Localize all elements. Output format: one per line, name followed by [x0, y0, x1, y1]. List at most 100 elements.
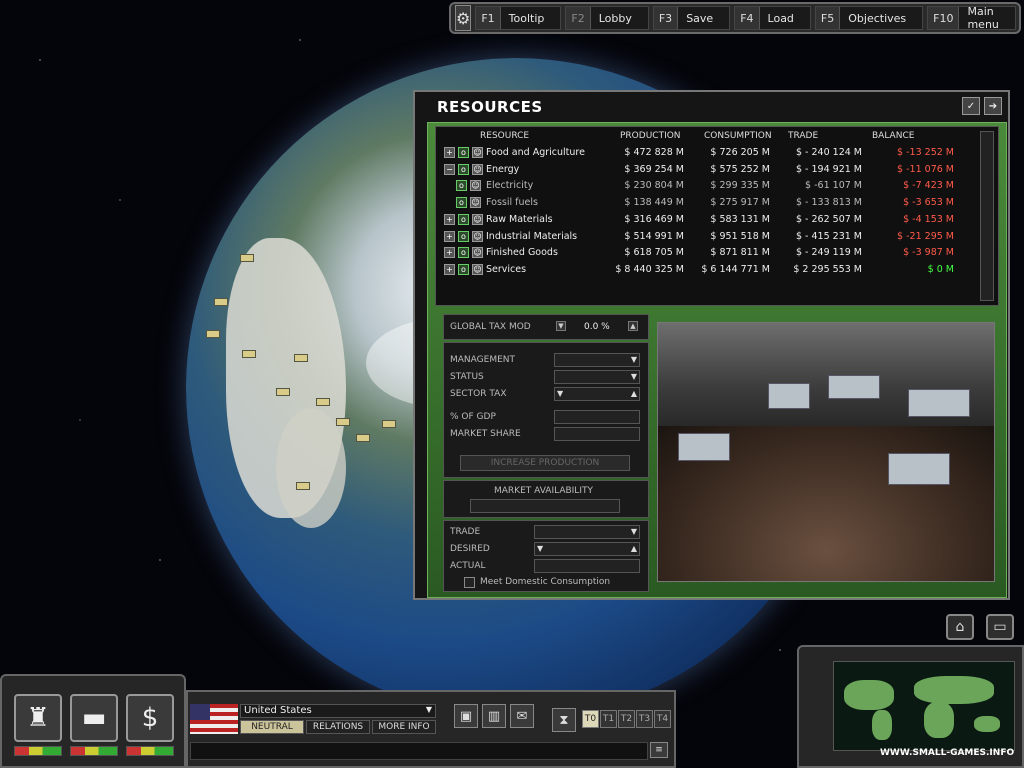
speed-t4-button[interactable]: T4: [654, 710, 671, 728]
unit-icon[interactable]: [240, 254, 254, 262]
hotkey-label: F4: [735, 7, 760, 29]
computer-icon[interactable]: ▣: [454, 704, 478, 728]
military-advisor-button[interactable]: ▬: [70, 694, 118, 742]
central-america-landmass: [276, 408, 346, 528]
unit-icon[interactable]: [296, 482, 310, 490]
home-icon[interactable]: ⌂: [946, 614, 974, 640]
person-icon[interactable]: ☺: [472, 230, 483, 242]
save-button[interactable]: F3 Save: [652, 6, 731, 30]
increase-production-button[interactable]: INCREASE PRODUCTION: [460, 455, 630, 471]
production-value: $ 138 449 M: [624, 197, 684, 209]
unit-icon[interactable]: [214, 298, 228, 306]
global-tax-value: 0.0 %: [584, 322, 610, 332]
speed-t2-button[interactable]: T2: [618, 710, 635, 728]
production-value: $ 472 828 M: [624, 147, 684, 158]
resource-name: Industrial Materials: [486, 230, 578, 242]
person-icon[interactable]: ☺: [472, 147, 483, 158]
sector-tax-stepper[interactable]: ▼ ▲: [554, 387, 640, 401]
person-icon[interactable]: ☺: [472, 163, 483, 175]
management-dropdown[interactable]: ▼: [554, 353, 640, 367]
neutral-status[interactable]: NEUTRAL: [240, 720, 304, 734]
expand-icon[interactable]: +: [444, 230, 455, 242]
trade-dropdown[interactable]: ▼: [534, 525, 640, 539]
hourglass-icon[interactable]: ⧗: [552, 708, 576, 732]
log-list-icon[interactable]: ≡: [650, 742, 668, 758]
resource-name: Food and Agriculture: [486, 147, 585, 158]
speed-t1-button[interactable]: T1: [600, 710, 617, 728]
person-icon[interactable]: ☺: [470, 197, 481, 209]
person-icon[interactable]: ☺: [472, 247, 483, 259]
increase-tax-button[interactable]: ▲: [628, 321, 638, 331]
button-label: Objectives: [848, 11, 907, 25]
trade-value: $ - 415 231 M: [795, 230, 862, 242]
decrease-tax-button[interactable]: ▼: [556, 321, 566, 331]
bar-chart-icon[interactable]: ▥: [482, 704, 506, 728]
desired-stepper[interactable]: ▼ ▲: [534, 542, 640, 556]
speaker-icon: ♜: [26, 703, 50, 733]
person-icon[interactable]: ☺: [472, 213, 483, 225]
camera-icon[interactable]: ▭: [986, 614, 1014, 640]
expand-icon[interactable]: −: [444, 163, 455, 175]
person-icon[interactable]: ☺: [472, 263, 483, 275]
speed-t3-button[interactable]: T3: [636, 710, 653, 728]
table-row[interactable]: + o ☺ Food and Agriculture $ 472 828 M $ 726 …: [436, 145, 976, 161]
unit-icon[interactable]: [316, 398, 330, 406]
consumption-value: $ 299 335 M: [710, 180, 770, 192]
table-row[interactable]: + o ☺ Services $ 8 440 325 M $ 6 144 771 M $ 2…: [436, 262, 976, 278]
economy-advisor-button[interactable]: $: [126, 694, 174, 742]
trade-value: $ - 194 921 M: [795, 163, 862, 175]
load-button[interactable]: F4 Load: [734, 6, 811, 30]
mail-icon[interactable]: ✉: [510, 704, 534, 728]
status-dropdown[interactable]: ▼: [554, 370, 640, 384]
economy-meter: [126, 746, 174, 756]
balance-value: $ -3 987 M: [903, 247, 954, 259]
expand-icon[interactable]: +: [444, 147, 455, 158]
expand-icon[interactable]: +: [444, 247, 455, 259]
table-row[interactable]: + o ☺ Industrial Materials $ 514 991 M $ 951 …: [436, 229, 976, 245]
expand-icon[interactable]: +: [444, 263, 455, 275]
unit-icon[interactable]: [382, 420, 396, 428]
world-minimap[interactable]: [833, 661, 1015, 751]
exit-icon[interactable]: ➔: [984, 97, 1002, 115]
button-label: Save: [686, 11, 714, 25]
speed-t0-button[interactable]: T0: [582, 710, 599, 728]
consumption-value: $ 871 811 M: [710, 247, 770, 259]
table-row[interactable]: o ☺ Electricity $ 230 804 M $ 299 335 M $ -61…: [436, 178, 976, 194]
top-hotkey-bar: ⚙ F1 Tooltip F2 Lobby F3 Save F4 Load F5 Obje…: [449, 2, 1021, 34]
lobby-button[interactable]: F2 Lobby: [565, 6, 649, 30]
tooltip-button[interactable]: F1 Tooltip: [475, 6, 562, 30]
consumption-value: $ 951 518 M: [710, 230, 770, 242]
unit-icon[interactable]: [242, 350, 256, 358]
resources-window: RESOURCES ✓ ➔ RESOURCE PRODUCTION CONSUM…: [413, 90, 1010, 600]
unit-icon[interactable]: [276, 388, 290, 396]
objectives-button[interactable]: F5 Objectives: [814, 6, 924, 30]
balance-value: $ -4 153 M: [903, 213, 954, 225]
expand-icon[interactable]: +: [444, 213, 455, 225]
market-availability-panel: MARKET AVAILABILITY: [443, 480, 649, 518]
meet-domestic-checkbox[interactable]: [464, 577, 475, 588]
relations-button[interactable]: RELATIONS: [306, 720, 370, 734]
unit-icon[interactable]: [206, 330, 220, 338]
status-light-icon: o: [456, 180, 467, 192]
unit-icon[interactable]: [294, 354, 308, 362]
table-row[interactable]: + o ☺ Raw Materials $ 316 469 M $ 583 131 M $ …: [436, 212, 976, 228]
table-row[interactable]: + o ☺ Finished Goods $ 618 705 M $ 871 811 M $…: [436, 245, 976, 261]
table-scrollbar[interactable]: [980, 131, 994, 301]
country-select[interactable]: United States ▼: [240, 704, 436, 718]
global-tax-label: GLOBAL TAX MOD: [450, 322, 531, 332]
table-row[interactable]: − o ☺ Energy $ 369 254 M $ 575 252 M $ - 194 9…: [436, 162, 976, 178]
unit-icon[interactable]: [356, 434, 370, 442]
country-flag: [190, 704, 238, 734]
confirm-icon[interactable]: ✓: [962, 97, 980, 115]
status-light-icon: o: [458, 147, 469, 158]
politics-advisor-button[interactable]: ♜: [14, 694, 62, 742]
desired-label: DESIRED: [450, 544, 490, 554]
trade-value: $ - 133 813 M: [795, 197, 862, 209]
gear-icon[interactable]: ⚙: [455, 5, 472, 31]
main-menu-button[interactable]: F10 Main menu: [927, 5, 1016, 31]
column-header-production: PRODUCTION: [620, 131, 681, 141]
unit-icon[interactable]: [336, 418, 350, 426]
person-icon[interactable]: ☺: [470, 180, 481, 192]
more-info-button[interactable]: MORE INFO: [372, 720, 436, 734]
table-row[interactable]: o ☺ Fossil fuels $ 138 449 M $ 275 917 M $ - …: [436, 195, 976, 211]
